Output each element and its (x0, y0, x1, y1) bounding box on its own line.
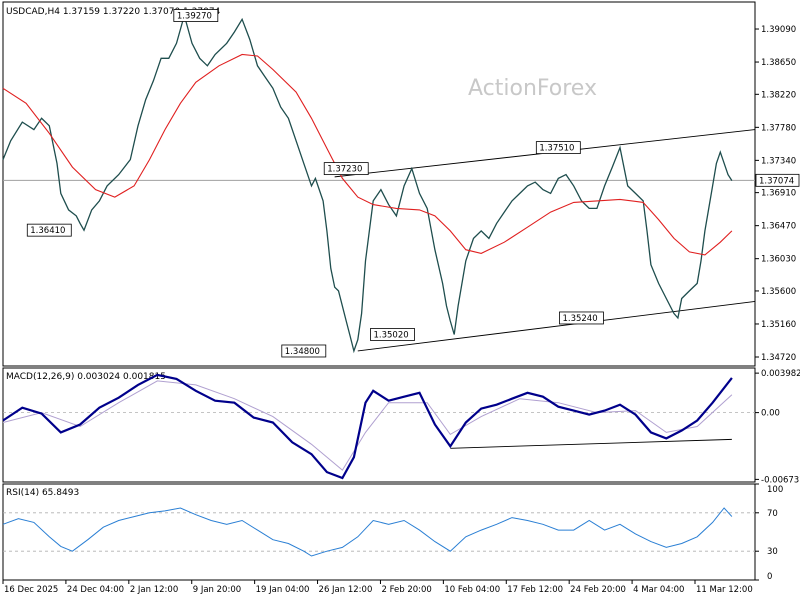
price-annotation-label: 1.35020 (373, 330, 408, 340)
price-annotation-label: 1.35240 (562, 314, 597, 324)
x-axis-tick-label: 9 Jan 20:00 (193, 585, 241, 595)
price-annotation-label: 1.34800 (285, 347, 320, 357)
rsi-panel-frame (2, 483, 756, 581)
price-y-tick-label: 1.39090 (761, 25, 796, 35)
price-annotation-label: 1.37510 (539, 144, 574, 154)
price-y-tick-label: 1.36030 (761, 255, 796, 265)
rsi-y-tick-label: 100 (767, 485, 783, 495)
macd-y-tick-label: 0.003982 (761, 369, 800, 379)
price-annotation-label: 1.37230 (327, 165, 362, 175)
macd-panel-frame (2, 367, 756, 483)
rsi-label: RSI(14) 65.8493 (6, 488, 79, 498)
price-y-tick-label: 1.37780 (761, 123, 796, 133)
price-y-tick-label: 1.34720 (761, 353, 796, 363)
x-axis-tick-label: 17 Feb 12:00 (507, 585, 563, 595)
price-y-tick-label: 1.38650 (761, 58, 796, 68)
x-axis-tick-label: 2 Jan 12:00 (130, 585, 178, 595)
current-price-label: 1.37074 (759, 176, 794, 186)
x-axis-tick-label: 16 Dec 2025 (4, 585, 58, 595)
x-axis-tick-label: 10 Feb 04:00 (444, 585, 500, 595)
chart-canvas: ActionForexUSDCAD,H4 1.37159 1.37220 1.3… (2, 1, 800, 595)
x-axis-tick-label: 24 Feb 20:00 (570, 585, 626, 595)
macd-label: MACD(12,26,9) 0.003024 0.001815 (6, 372, 166, 382)
price-y-tick-label: 1.38220 (761, 90, 796, 100)
price-y-tick-label: 1.36470 (761, 222, 796, 232)
watermark: ActionForex (468, 76, 597, 101)
rsi-y-tick-label: 30 (767, 547, 778, 557)
price-y-tick-label: 1.35160 (761, 320, 796, 330)
macd-y-tick-label: 0.00 (761, 409, 780, 419)
x-axis-tick-label: 26 Jan 12:00 (319, 585, 373, 595)
price-panel-frame (2, 1, 756, 367)
rsi-y-tick-label: 0 (767, 572, 772, 582)
macd-y-tick-label: -0.006737 (761, 475, 800, 485)
x-axis-tick-label: 11 Mar 12:00 (696, 585, 753, 595)
price-y-tick-label: 1.35600 (761, 287, 796, 297)
price-annotation-label: 1.39270 (177, 12, 212, 22)
x-axis-tick-label: 19 Jan 04:00 (256, 585, 310, 595)
x-axis-tick-label: 4 Mar 04:00 (633, 585, 684, 595)
price-annotation-label: 1.36410 (30, 226, 65, 236)
x-axis-tick-label: 24 Dec 04:00 (67, 585, 124, 595)
price-y-tick-label: 1.37340 (761, 156, 796, 166)
x-axis-tick-label: 2 Feb 20:00 (381, 585, 431, 595)
rsi-y-tick-label: 70 (767, 509, 778, 519)
price-y-tick-label: 1.36910 (761, 189, 796, 199)
forex-chart: ActionForex USDCAD,H4 1.37159 1.37220 1.3… (0, 0, 800, 600)
